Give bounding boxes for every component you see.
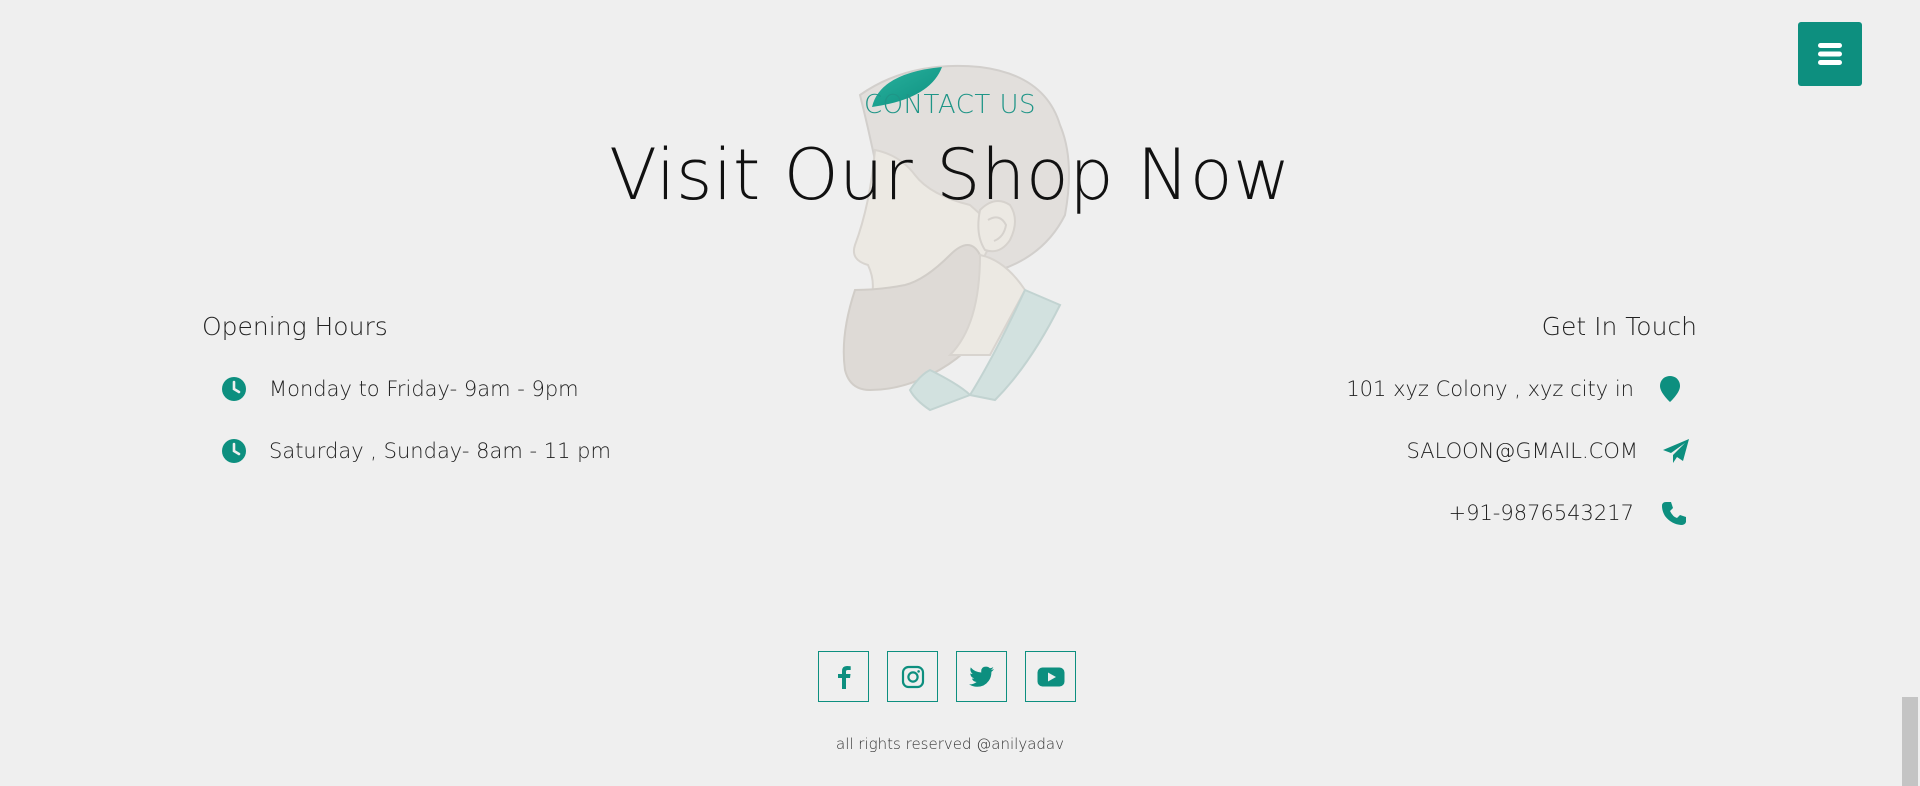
social-links bbox=[818, 651, 1076, 702]
twitter-icon bbox=[968, 666, 994, 687]
map-marker-icon bbox=[1656, 375, 1684, 403]
phone-text[interactable]: +91-9876543217 bbox=[1448, 501, 1634, 525]
menu-button[interactable] bbox=[1798, 22, 1862, 86]
section-eyebrow: CONTACT US bbox=[863, 90, 1037, 120]
instagram-icon bbox=[901, 665, 924, 688]
instagram-link[interactable] bbox=[887, 651, 938, 702]
contact-address: 101 xyz Colony , xyz city in bbox=[1346, 375, 1684, 403]
facebook-icon bbox=[837, 665, 851, 689]
contact-phone[interactable]: +91-9876543217 bbox=[1448, 499, 1688, 527]
contact-email[interactable]: SALOON@GMAIL.COM bbox=[1407, 437, 1690, 465]
facebook-link[interactable] bbox=[818, 651, 869, 702]
hours-item: Monday to Friday- 9am - 9pm bbox=[220, 375, 579, 403]
email-text[interactable]: SALOON@GMAIL.COM bbox=[1407, 439, 1638, 463]
copyright-text: all rights reserved @anilyadav bbox=[836, 735, 1064, 753]
hours-item-text: Saturday , Sunday- 8am - 11 pm bbox=[269, 439, 611, 463]
hamburger-menu-icon bbox=[1818, 43, 1842, 65]
youtube-link[interactable] bbox=[1025, 651, 1076, 702]
opening-hours-heading: Opening Hours bbox=[202, 312, 388, 341]
get-in-touch-heading: Get In Touch bbox=[1541, 312, 1697, 341]
page-title: Visit Our Shop Now bbox=[609, 134, 1291, 216]
address-text: 101 xyz Colony , xyz city in bbox=[1346, 377, 1634, 401]
contact-page: CONTACT US Visit Our Shop Now Opening Ho… bbox=[0, 0, 1920, 786]
hours-item: Saturday , Sunday- 8am - 11 pm bbox=[220, 437, 611, 465]
hours-item-text: Monday to Friday- 9am - 9pm bbox=[269, 377, 579, 401]
clock-icon bbox=[220, 437, 248, 465]
scrollbar-thumb[interactable] bbox=[1902, 697, 1918, 786]
paper-plane-icon bbox=[1662, 437, 1690, 465]
phone-icon bbox=[1660, 499, 1688, 527]
clock-icon bbox=[220, 375, 248, 403]
twitter-link[interactable] bbox=[956, 651, 1007, 702]
youtube-icon bbox=[1037, 667, 1064, 686]
